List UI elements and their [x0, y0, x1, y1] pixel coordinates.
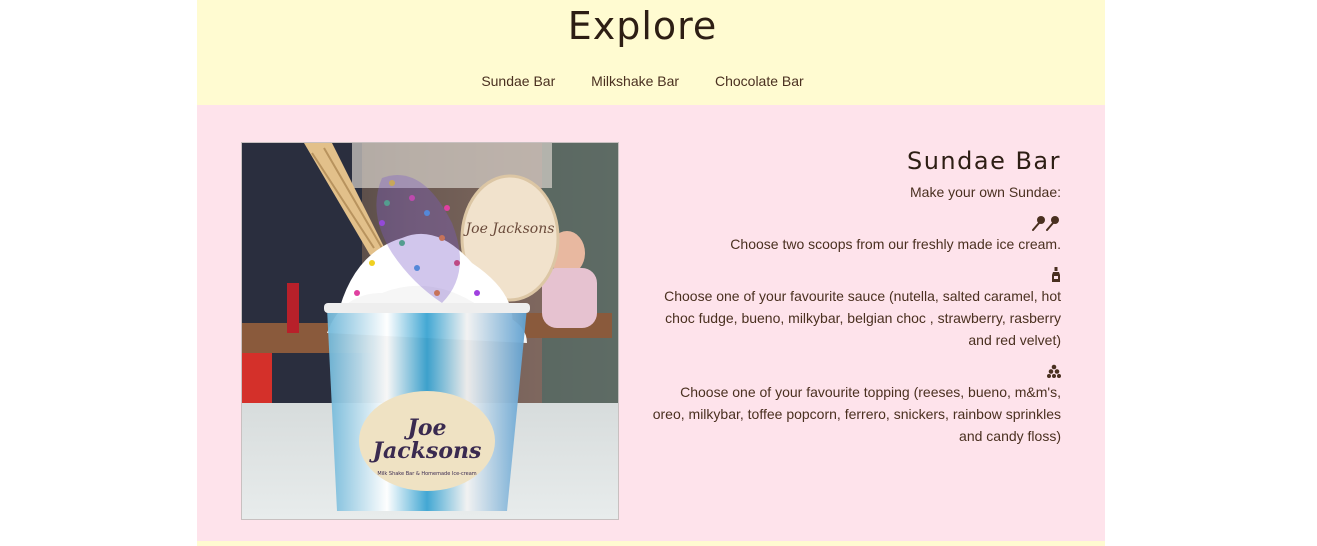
- sundae-bar-description: Sundae Bar Make your own Sundae: Choose …: [647, 145, 1061, 455]
- cup-logo-line2: Jacksons: [369, 438, 482, 464]
- step-sauce: Choose one of your favourite sauce (nute…: [647, 263, 1061, 351]
- header: Explore Sundae Bar Milkshake Bar Chocola…: [197, 0, 1105, 105]
- main-nav: Sundae Bar Milkshake Bar Chocolate Bar: [197, 73, 1088, 89]
- nav-link-chocolate-bar[interactable]: Chocolate Bar: [715, 73, 804, 89]
- page-title: Explore: [567, 4, 718, 48]
- step-scoops-text: Choose two scoops from our freshly made …: [730, 236, 1061, 252]
- sundae-bar-section: Joe Jacksons Joe Jacksons Milk Shake Bar…: [197, 105, 1105, 541]
- step-scoops: Choose two scoops from our freshly made …: [647, 211, 1061, 255]
- sundae-photo: Joe Jacksons Joe Jacksons Milk Shake Bar…: [241, 142, 619, 520]
- section-subtitle: Make your own Sundae:: [910, 184, 1061, 200]
- step-topping: Choose one of your favourite topping (re…: [647, 359, 1061, 447]
- cup-logo-tagline: Milk Shake Bar & Homemade Ice-cream: [377, 471, 476, 477]
- wafer-logo-text: Joe Jacksons: [463, 221, 555, 237]
- step-topping-text: Choose one of your favourite topping (re…: [652, 384, 1061, 444]
- section-title: Sundae Bar: [906, 147, 1061, 175]
- nav-link-milkshake-bar[interactable]: Milkshake Bar: [591, 73, 679, 89]
- footer-strip: [197, 541, 1105, 546]
- step-sauce-text: Choose one of your favourite sauce (nute…: [664, 288, 1061, 348]
- page: Explore Sundae Bar Milkshake Bar Chocola…: [197, 0, 1105, 546]
- sauce-bottle-icon: [647, 263, 1061, 285]
- topping-pile-icon: [647, 359, 1061, 381]
- ice-cream-scoops-icon: [647, 211, 1061, 233]
- nav-link-sundae-bar[interactable]: Sundae Bar: [481, 73, 555, 89]
